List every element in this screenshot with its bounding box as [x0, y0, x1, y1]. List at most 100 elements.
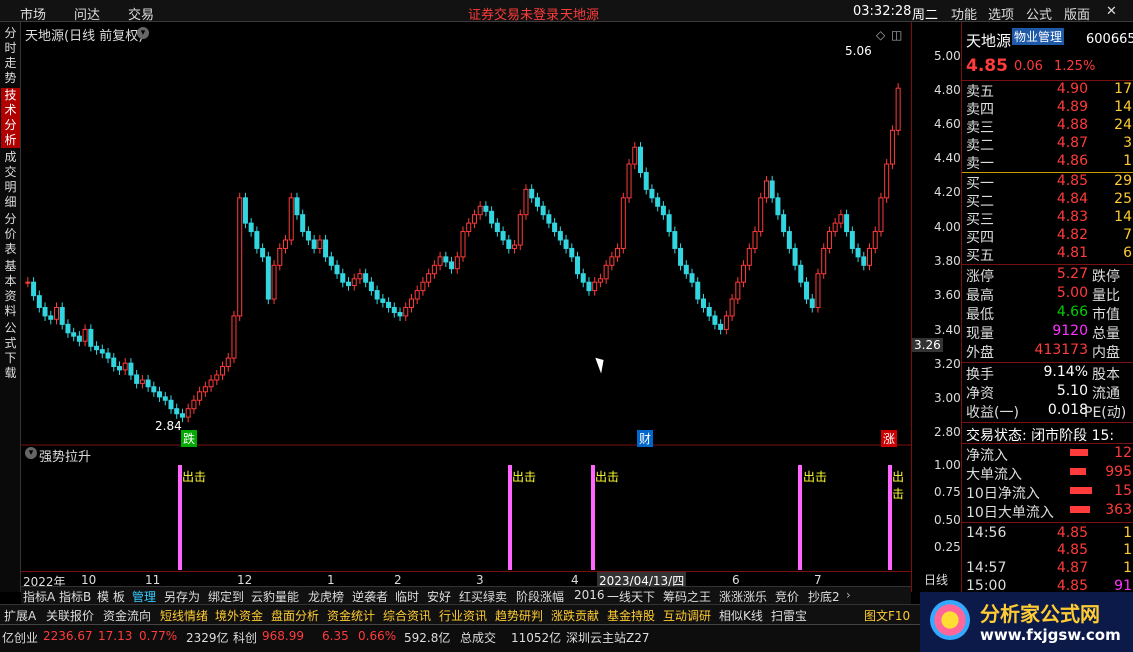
tab-item[interactable]: 龙虎榜	[308, 588, 344, 605]
candle-body	[775, 197, 781, 216]
side-tab-price-table[interactable]: 分价表	[1, 212, 20, 257]
current-price-tag: 3.26	[912, 338, 943, 352]
tab-save-as[interactable]: 另存为	[164, 588, 200, 605]
tab-manage[interactable]: 管理	[132, 588, 156, 605]
chevron-down-icon[interactable]: ▾	[137, 27, 149, 39]
menu-function[interactable]: 功能	[951, 4, 977, 23]
tab-bind-to[interactable]: 绑定到	[208, 588, 244, 605]
index-change-pct: 0.66%	[358, 629, 397, 643]
module-item[interactable]: 扫雷宝	[771, 607, 807, 624]
tick-row: 4.85 1	[1056, 542, 1132, 558]
candle-body	[271, 264, 277, 300]
login-status[interactable]: 证券交易未登录	[468, 4, 559, 23]
kline-chart-area[interactable]: 天地源(日线 前复权) ▾ ◇ ◫ 5.06 2.84 跌 财 涨 ▾ 强势拉升…	[21, 22, 911, 592]
indicator-chevron-icon[interactable]: ▾	[25, 447, 37, 459]
tab-item[interactable]: 阶段涨幅	[516, 588, 564, 605]
candle-body	[174, 408, 180, 415]
tab-item[interactable]: 竞价	[775, 588, 799, 605]
candle-body	[512, 244, 518, 249]
candle-body	[111, 357, 117, 368]
industry-tag[interactable]: 物业管理	[1012, 28, 1065, 45]
module-item[interactable]: 图文F10	[864, 607, 910, 624]
module-item[interactable]: 趋势研判	[495, 607, 543, 624]
chevron-right-icon[interactable]: ›	[846, 588, 851, 602]
event-marker-up[interactable]: 涨	[881, 430, 898, 447]
chart-title: 天地源(日线 前复权)	[25, 29, 144, 44]
y-tick: 0.50	[934, 513, 961, 527]
server-status[interactable]: 深圳云主站Z27	[566, 629, 650, 646]
tab-item[interactable]: 筹码之王	[663, 588, 711, 605]
menu-wenda[interactable]: 问达	[74, 4, 100, 23]
side-tab-formula-download[interactable]: 公式下载	[1, 321, 20, 381]
stat-row: 现量 9120 总量	[966, 323, 1120, 342]
event-marker-finance[interactable]: 财	[637, 430, 654, 447]
tab-item[interactable]: 2016	[574, 588, 605, 602]
module-item[interactable]: 互动调研	[663, 607, 711, 624]
module-item[interactable]: 资金统计	[327, 607, 375, 624]
tab-item[interactable]: 红买绿卖	[459, 588, 507, 605]
tab-item[interactable]: 涨涨涨乐	[719, 588, 767, 605]
y-tick: 0.25	[934, 540, 961, 554]
side-tab-technical[interactable]: 技术分析	[1, 88, 20, 148]
module-item[interactable]: 涨跌贡献	[551, 607, 599, 624]
module-item[interactable]: 相似K线	[719, 607, 763, 624]
candle-body	[804, 281, 810, 300]
period-label[interactable]: 日线	[924, 571, 948, 588]
index-label[interactable]: 创业	[14, 629, 38, 646]
side-tab-basic-info[interactable]: 基本资料	[1, 259, 20, 319]
tab-indicator-b[interactable]: 指标B	[59, 588, 91, 605]
module-item[interactable]: 行业资讯	[439, 607, 487, 624]
tab-item[interactable]: 抄底2	[808, 588, 840, 605]
y-tick: 5.00	[934, 49, 961, 63]
candle-body	[620, 197, 626, 249]
menu-formula[interactable]: 公式	[1026, 4, 1052, 23]
candle-body	[878, 197, 884, 233]
signal-bar	[798, 465, 802, 570]
candle-body	[506, 239, 512, 249]
candle-body	[569, 247, 575, 258]
candle-body	[345, 281, 351, 287]
module-item[interactable]: 基金持股	[607, 607, 655, 624]
module-item[interactable]: 关联报价	[46, 607, 94, 624]
module-item[interactable]: 短线情绪	[160, 607, 208, 624]
module-item[interactable]: 盘面分析	[271, 607, 319, 624]
tab-item[interactable]: 临时	[395, 588, 419, 605]
candle-body	[517, 214, 523, 246]
ask-row: 卖一 4.86 1	[966, 153, 1132, 172]
tab-template[interactable]: 模 板	[97, 588, 125, 605]
y-tick: 4.40	[934, 151, 961, 165]
module-item[interactable]: 境外资金	[215, 607, 263, 624]
index-value: 968.99	[262, 629, 304, 643]
candle-body	[139, 379, 145, 384]
signal-label: 出击	[803, 470, 828, 484]
menu-trade[interactable]: 交易	[128, 4, 154, 23]
menu-layout[interactable]: 版面	[1064, 4, 1090, 23]
candle-body	[758, 197, 764, 233]
module-item[interactable]: 扩展A	[4, 607, 36, 624]
tab-item[interactable]: 逆袭者	[352, 588, 388, 605]
diamond-icon[interactable]: ◇	[876, 28, 885, 42]
module-item[interactable]: 资金流向	[103, 607, 151, 624]
index-label[interactable]: 科创	[233, 629, 257, 646]
tab-indicator-a[interactable]: 指标A	[23, 588, 55, 605]
index-amount: 592.8亿	[404, 631, 451, 645]
side-tab-intraday[interactable]: 分时走势	[1, 26, 20, 86]
candle-body	[260, 247, 266, 258]
status-prefix: 亿	[2, 631, 15, 645]
close-icon[interactable]: ✕	[1106, 4, 1117, 19]
x-label: 10	[81, 573, 97, 587]
candle-body	[94, 345, 100, 351]
tab-item[interactable]: 一线天下	[607, 588, 655, 605]
module-item[interactable]: 综合资讯	[383, 607, 431, 624]
candle-body	[225, 357, 231, 368]
tab-item[interactable]: 云豹量能	[251, 588, 299, 605]
side-tab-deals[interactable]: 成交明细	[1, 150, 20, 210]
candle-body	[798, 264, 804, 283]
event-marker-down[interactable]: 跌	[181, 430, 198, 447]
candle-body	[786, 231, 792, 249]
panel-toggle-icon[interactable]: ◫	[891, 28, 902, 42]
candle-body	[420, 281, 426, 292]
menu-market[interactable]: 市场	[20, 4, 46, 23]
tab-item[interactable]: 安好	[427, 588, 451, 605]
menu-options[interactable]: 选项	[988, 4, 1014, 23]
